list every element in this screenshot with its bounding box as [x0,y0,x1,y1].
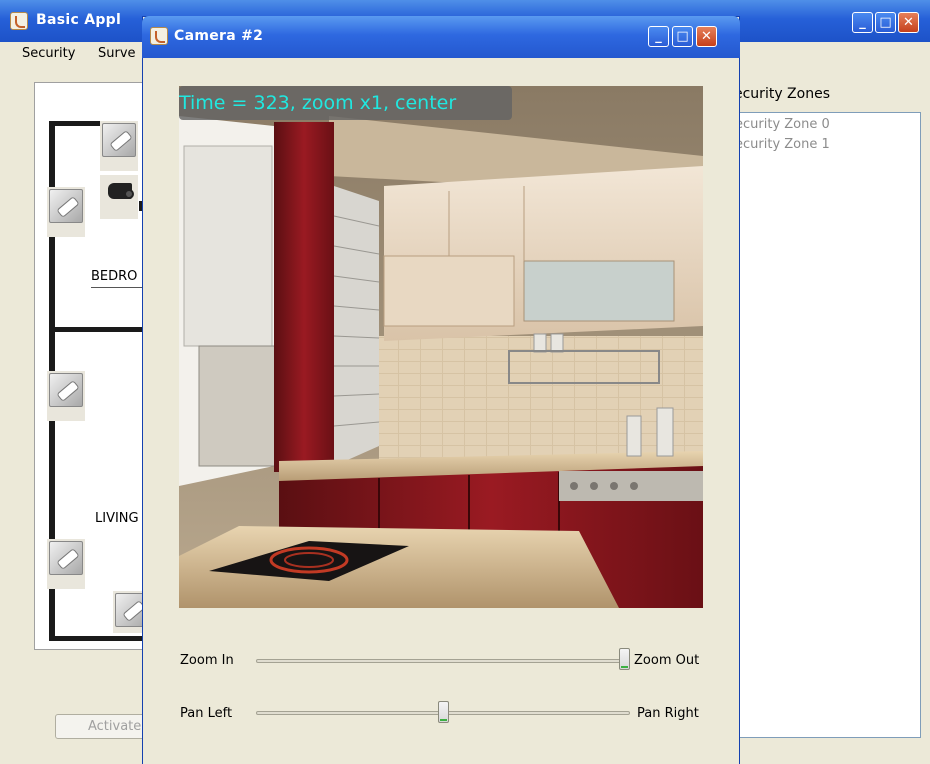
zones-list[interactable]: ecurity Zone 0 ecurity Zone 1 [728,112,921,738]
zones-header: ecurity Zones [734,86,830,102]
camera-window-title: Camera #2 [174,28,264,44]
minimize-icon[interactable]: _ [852,12,873,33]
security-camera-icon[interactable] [47,187,85,237]
menu-surveillance[interactable]: Surve [98,46,136,61]
maximize-icon[interactable]: □ [672,26,693,47]
zone-item[interactable]: ecurity Zone 1 [735,137,830,152]
security-camera-icon[interactable] [47,371,85,421]
pan-slider-thumb[interactable] [437,701,449,723]
minimize-icon[interactable]: _ [648,26,669,47]
motion-sensor-icon[interactable] [100,175,138,219]
room-label-living: LIVING [95,511,139,526]
zoom-in-label: Zoom In [180,653,234,668]
activate-button[interactable]: Activate [55,714,155,739]
app-icon [10,12,28,30]
main-window-title: Basic Appl [36,12,122,28]
camera-overlay-text: Time = 323, zoom x1, center [179,86,512,120]
maximize-icon[interactable]: □ [875,12,896,33]
app-icon [150,27,168,45]
pan-right-label: Pan Right [637,706,699,721]
zone-item[interactable]: ecurity Zone 0 [735,117,830,132]
room-label-bedroom: BEDRO [91,269,138,284]
close-icon[interactable]: ✕ [898,12,919,33]
pan-left-label: Pan Left [180,706,233,721]
zoom-out-label: Zoom Out [634,653,700,668]
wall [49,121,105,126]
security-camera-icon[interactable] [47,539,85,589]
zoom-slider-thumb[interactable] [619,648,630,670]
menu-security[interactable]: Security [22,46,75,61]
camera-titlebar[interactable]: Camera #2 _ □ ✕ [142,16,740,58]
kitchen-scene-image [179,86,703,608]
zoom-slider-track[interactable] [256,659,630,663]
camera-video-feed [179,86,703,608]
close-icon[interactable]: ✕ [696,26,717,47]
security-camera-icon[interactable] [100,121,138,171]
